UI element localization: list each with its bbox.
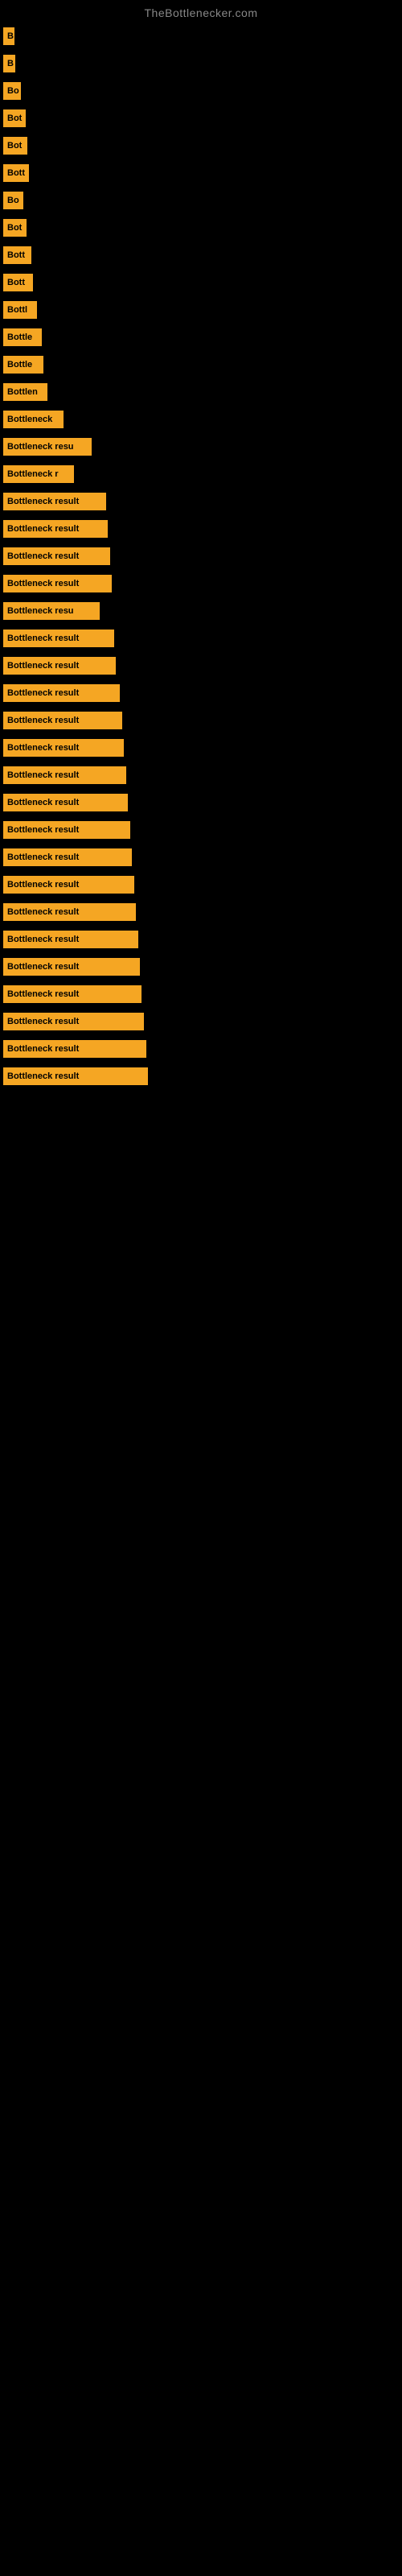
- bar-label: Bott: [3, 274, 33, 291]
- bar-row: Bottleneck result: [0, 625, 402, 652]
- bar-row: Bottleneck result: [0, 1035, 402, 1063]
- bar-label: Bottleneck result: [3, 985, 142, 1003]
- bar-row: Bottleneck result: [0, 980, 402, 1008]
- bar-label: Bot: [3, 109, 26, 127]
- site-title: TheBottlenecker.com: [0, 0, 402, 23]
- bar-label: Bottleneck result: [3, 493, 106, 510]
- bar-row: Bottleneck result: [0, 734, 402, 762]
- bar-label: Bottleneck result: [3, 931, 138, 948]
- bar-row: Bottleneck result: [0, 926, 402, 953]
- bar-row: Bottleneck result: [0, 898, 402, 926]
- bar-row: Bottleneck result: [0, 871, 402, 898]
- bar-label: Bottleneck result: [3, 739, 124, 757]
- bar-row: Bottleneck result: [0, 515, 402, 543]
- bar-label: Bottleneck result: [3, 575, 112, 592]
- bar-row: Bottleneck result: [0, 789, 402, 816]
- bar-label: Bottleneck result: [3, 766, 126, 784]
- bar-row: Bottleneck r: [0, 460, 402, 488]
- bar-row: Bottleneck result: [0, 1063, 402, 1090]
- bar-label: Bottle: [3, 328, 42, 346]
- bar-row: Bot: [0, 132, 402, 159]
- bar-label: Bottlen: [3, 383, 47, 401]
- site-title-container: TheBottlenecker.com: [0, 0, 402, 23]
- bar-label: Bottleneck resu: [3, 602, 100, 620]
- bar-row: Bottleneck result: [0, 652, 402, 679]
- bar-row: Bottleneck result: [0, 762, 402, 789]
- bar-label: Bottleneck result: [3, 848, 132, 866]
- bar-row: B: [0, 50, 402, 77]
- bar-label: Bottleneck result: [3, 657, 116, 675]
- bar-label: Bottleneck result: [3, 630, 114, 647]
- bar-row: Bottleneck: [0, 406, 402, 433]
- bar-row: Bot: [0, 105, 402, 132]
- bar-label: Bottleneck result: [3, 684, 120, 702]
- bar-label: Bottleneck result: [3, 1013, 144, 1030]
- bar-label: Bo: [3, 82, 21, 100]
- bar-row: Bo: [0, 187, 402, 214]
- bar-row: Bottleneck result: [0, 488, 402, 515]
- bar-row: Bott: [0, 269, 402, 296]
- bar-row: Bottlen: [0, 378, 402, 406]
- bar-label: Bottleneck result: [3, 903, 136, 921]
- bar-row: Bottleneck resu: [0, 597, 402, 625]
- bar-label: Bottleneck result: [3, 821, 130, 839]
- bar-row: Bottleneck result: [0, 816, 402, 844]
- bar-row: Bottleneck result: [0, 570, 402, 597]
- bar-row: Bottl: [0, 296, 402, 324]
- bar-label: Bottleneck: [3, 411, 64, 428]
- bar-label: Bott: [3, 164, 29, 182]
- bar-row: B: [0, 23, 402, 50]
- bar-label: Bo: [3, 192, 23, 209]
- bar-label: Bot: [3, 219, 27, 237]
- bar-label: Bottleneck result: [3, 794, 128, 811]
- bar-row: Bottleneck resu: [0, 433, 402, 460]
- bar-row: Bottleneck result: [0, 1008, 402, 1035]
- bar-row: Bot: [0, 214, 402, 242]
- bar-row: Bottleneck result: [0, 707, 402, 734]
- bar-row: Bott: [0, 242, 402, 269]
- bars-list: BB Bo Bot Bot Bott Bo Bot Bott Bott Bottl Bottle Bo…: [0, 23, 402, 1090]
- bar-label: Bot: [3, 137, 27, 155]
- bar-label: Bottl: [3, 301, 37, 319]
- bar-label: Bott: [3, 246, 31, 264]
- bar-label: Bottleneck result: [3, 520, 108, 538]
- bar-label: Bottleneck result: [3, 958, 140, 976]
- bar-row: Bottleneck result: [0, 543, 402, 570]
- bar-label: Bottleneck result: [3, 1040, 146, 1058]
- bar-row: Bottle: [0, 324, 402, 351]
- bar-row: Bottleneck result: [0, 679, 402, 707]
- bar-row: Bottleneck result: [0, 953, 402, 980]
- bar-label: Bottleneck result: [3, 876, 134, 894]
- bar-label: Bottleneck result: [3, 712, 122, 729]
- bar-label: Bottleneck result: [3, 547, 110, 565]
- bar-label: Bottleneck result: [3, 1067, 148, 1085]
- bar-row: Bottle: [0, 351, 402, 378]
- bar-label: Bottle: [3, 356, 43, 374]
- bar-label: Bottleneck resu: [3, 438, 92, 456]
- bar-row: Bott: [0, 159, 402, 187]
- bar-label: Bottleneck r: [3, 465, 74, 483]
- bar-label: B: [3, 55, 15, 72]
- bar-row: Bottleneck result: [0, 844, 402, 871]
- bar-label: B: [3, 27, 14, 45]
- bar-row: Bo: [0, 77, 402, 105]
